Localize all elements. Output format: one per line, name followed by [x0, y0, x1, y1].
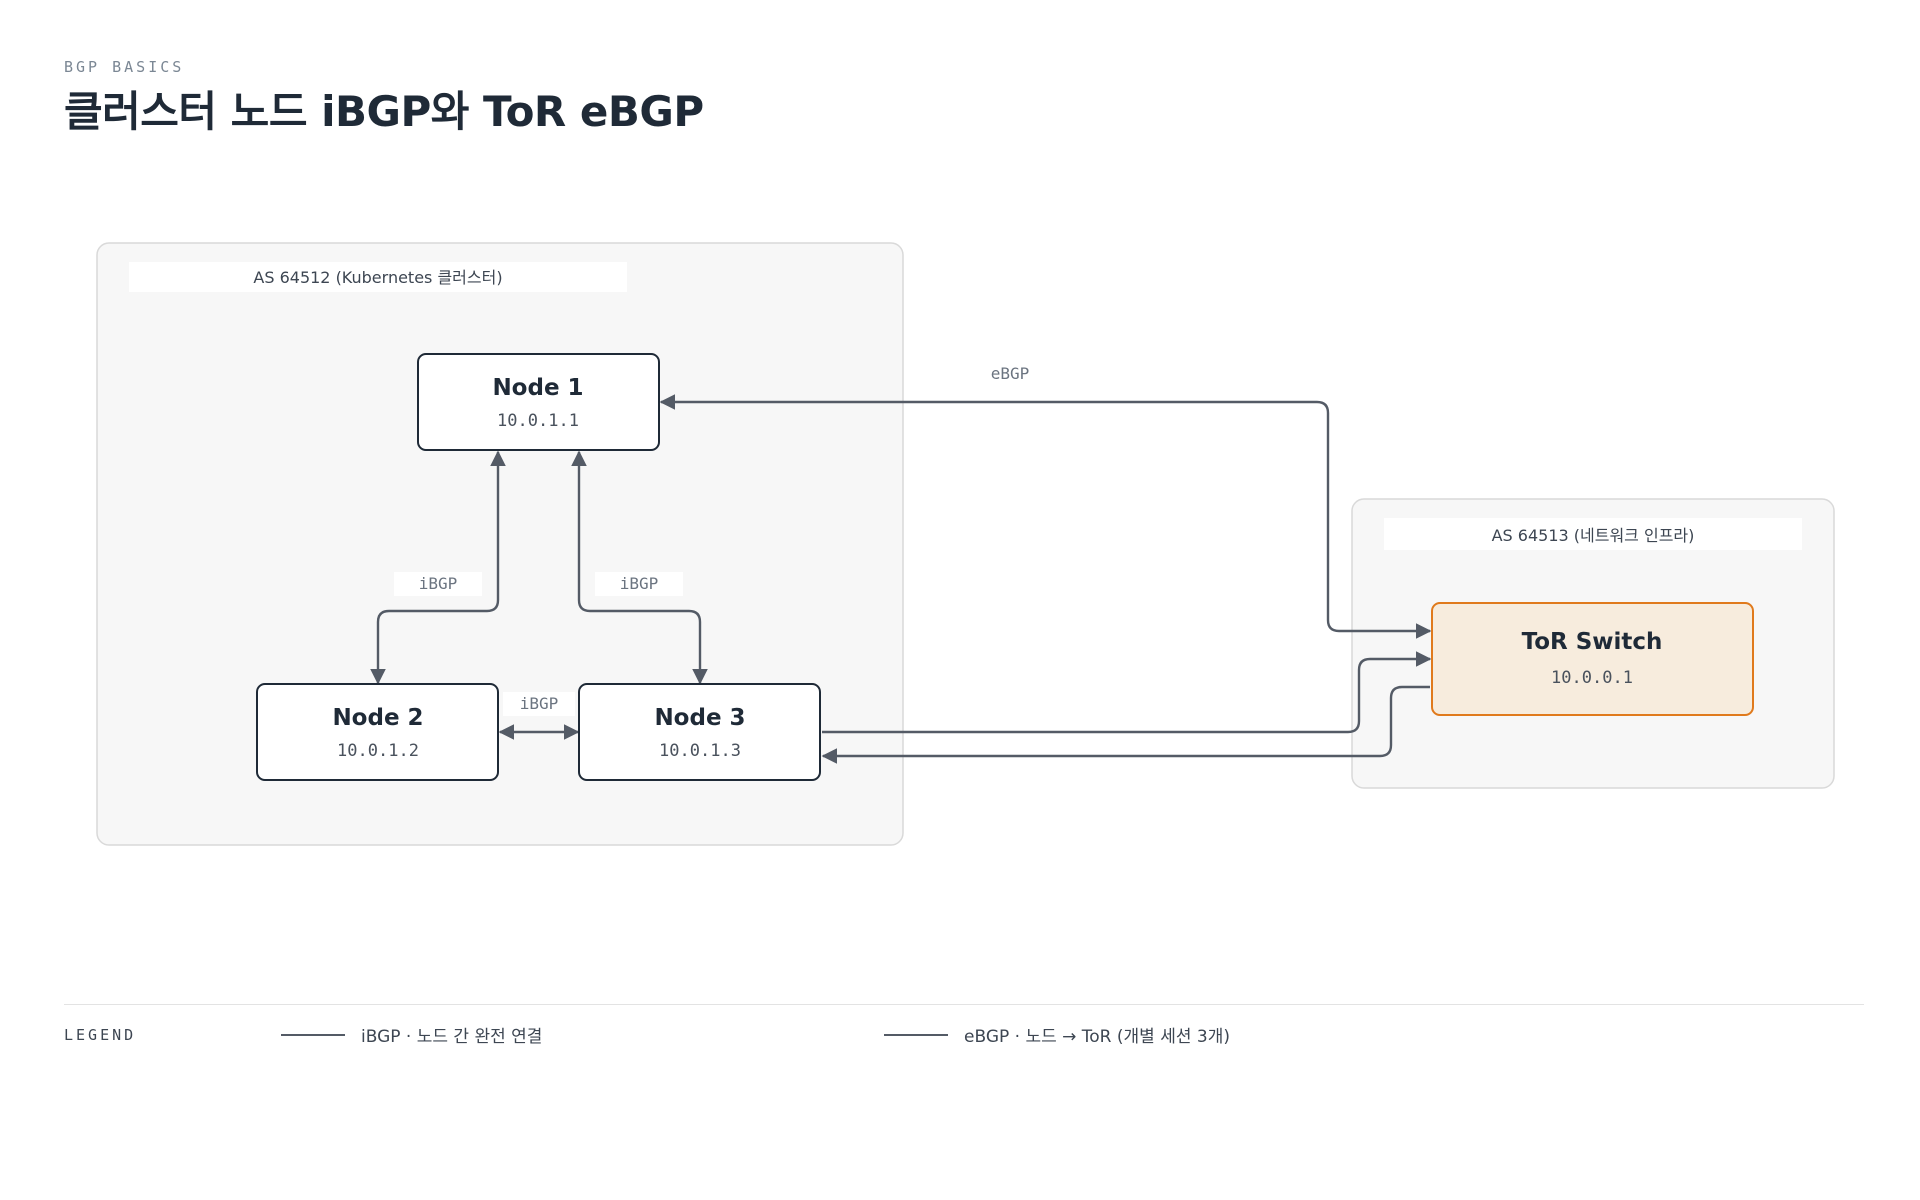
edge-label-ebgp: eBGP	[978, 362, 1044, 386]
legend-line-ebgp	[884, 1033, 948, 1036]
tor-switch-ip: 10.0.0.1	[1551, 668, 1633, 688]
bgp-diagram: AS 64512 (Kubernetes 클러스터) AS 64513 (네트워…	[96, 242, 1835, 846]
legend-title: LEGEND	[64, 1026, 137, 1044]
edge-label-ibgp-1-2: iBGP	[394, 572, 482, 596]
node-3[interactable]: Node 3 10.0.1.3	[578, 683, 821, 781]
edge-label-ibgp-2-3: iBGP	[503, 692, 575, 716]
legend-divider	[64, 1004, 1864, 1005]
edge-label-ibgp-1-3: iBGP	[595, 572, 683, 596]
group-cluster-label: AS 64512 (Kubernetes 클러스터)	[253, 268, 502, 287]
legend-line-ibgp	[281, 1033, 345, 1036]
svg-text:iBGP: iBGP	[419, 574, 458, 593]
legend-item-ibgp: iBGP · 노드 간 완전 연결	[281, 1022, 542, 1047]
legend-label-ebgp: eBGP · 노드 → ToR (개별 세션 3개)	[964, 1027, 1230, 1047]
legend-label-ibgp: iBGP · 노드 간 완전 연결	[361, 1027, 543, 1047]
edge-ebgp-tor-node3	[821, 685, 1430, 764]
node-1-ip: 10.0.1.1	[497, 411, 579, 431]
svg-text:eBGP: eBGP	[991, 364, 1030, 383]
node-1[interactable]: Node 1 10.0.1.1	[417, 353, 660, 451]
node-2[interactable]: Node 2 10.0.1.2	[256, 683, 499, 781]
node-tor-switch[interactable]: ToR Switch 10.0.0.1	[1431, 602, 1754, 716]
legend-item-ebgp: eBGP · 노드 → ToR (개별 세션 3개)	[884, 1022, 1230, 1047]
node-2-name: Node 2	[332, 705, 423, 731]
svg-text:iBGP: iBGP	[520, 694, 559, 713]
tor-switch-name: ToR Switch	[1522, 629, 1663, 655]
node-3-name: Node 3	[654, 705, 745, 731]
group-network-label: AS 64513 (네트워크 인프라)	[1492, 526, 1695, 545]
node-3-ip: 10.0.1.3	[659, 741, 741, 761]
node-2-ip: 10.0.1.2	[337, 741, 419, 761]
svg-text:iBGP: iBGP	[620, 574, 659, 593]
node-1-name: Node 1	[492, 375, 583, 401]
edge-ebgp-node3-tor	[822, 651, 1432, 734]
